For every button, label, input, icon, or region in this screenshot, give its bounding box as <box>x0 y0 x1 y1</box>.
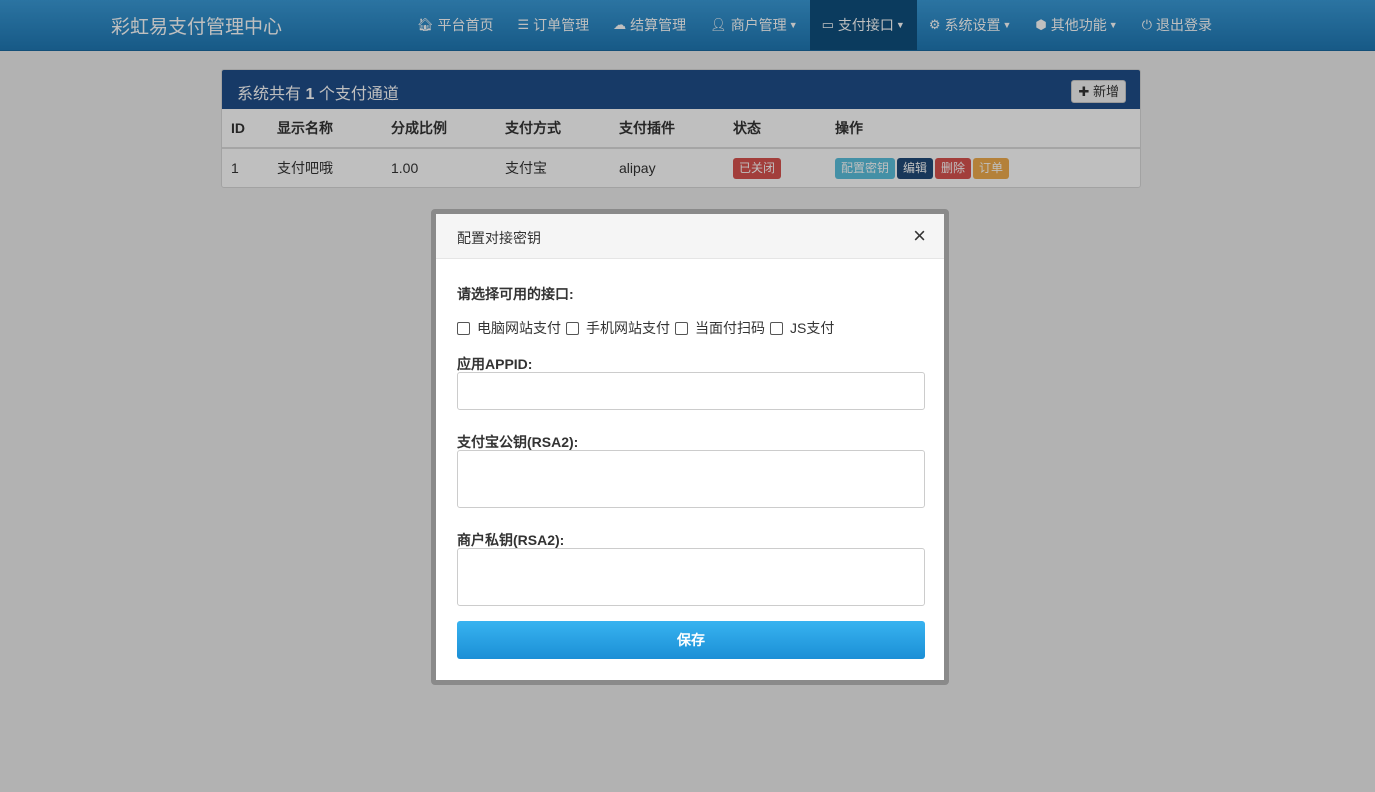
appid-label: 应用APPID: <box>457 356 533 372</box>
nav-payment-interface[interactable]: ▭ 支付接口 ▼ <box>809 0 917 50</box>
caret-down-icon: ▼ <box>1108 20 1118 30</box>
caret-down-icon: ▼ <box>1002 20 1012 30</box>
gear-icon: ⚙ <box>928 17 941 32</box>
nav-settlement-label: 结算管理 <box>630 17 687 33</box>
close-icon[interactable]: × <box>913 223 926 249</box>
orders-button[interactable]: 订单 <box>973 157 1010 179</box>
delete-button[interactable]: 删除 <box>935 157 972 179</box>
col-name: 显示名称 <box>268 109 382 149</box>
checkbox-face-to-face[interactable]: 当面付扫码 <box>675 318 765 338</box>
nav-logout-label: 退出登录 <box>1155 17 1212 33</box>
cell-status: 已关闭 <box>724 148 826 187</box>
channels-panel: 系统共有 1 个支付通道 ✚ 新增 ID 显示名称 分成比例 支付方式 支付插件… <box>221 69 1141 188</box>
col-plugin: 支付插件 <box>610 109 724 149</box>
cloud-icon: ☁ <box>613 17 627 32</box>
nav-settlement[interactable]: ☁ 结算管理 <box>601 0 698 50</box>
checkbox-mobile-web[interactable]: 手机网站支付 <box>566 318 670 338</box>
cube-icon: ⬢ <box>1035 17 1047 32</box>
col-ratio: 分成比例 <box>382 109 496 149</box>
cell-ratio: 1.00 <box>391 160 419 176</box>
cell-plugin: alipay <box>619 160 656 176</box>
list-icon: ☰ <box>517 17 530 32</box>
col-id: ID <box>222 109 268 149</box>
status-badge[interactable]: 已关闭 <box>733 157 782 179</box>
nav-merchants[interactable]: 👤︎ 商户管理 ▼ <box>698 0 809 50</box>
home-icon: 🏠︎ <box>417 17 434 32</box>
checkbox-box[interactable] <box>675 321 688 335</box>
main-nav: 🏠︎ 平台首页 ☰ 订单管理 ☁ 结算管理 👤︎ 商户管理 ▼ ▭ 支付接口 ▼… <box>405 0 1224 50</box>
nav-system-settings[interactable]: ⚙ 系统设置 ▼ <box>917 0 1024 50</box>
brand-title[interactable]: 彩虹易支付管理中心 <box>111 12 282 39</box>
checkbox-label: 手机网站支付 <box>586 320 670 336</box>
modal-header: 配置对接密钥 × <box>436 214 944 259</box>
table-row: 1 支付吧哦 1.00 支付宝 alipay 已关闭 配置密钥 编辑 删除 订单 <box>222 148 1140 187</box>
nav-logout[interactable]: ⏻ 退出登录 <box>1130 0 1224 50</box>
nav-system-settings-label: 系统设置 <box>944 17 1001 33</box>
appid-input[interactable] <box>457 372 925 410</box>
checkbox-box[interactable] <box>457 321 470 335</box>
cell-name: 支付吧哦 <box>277 160 333 176</box>
nav-home-label: 平台首页 <box>437 17 494 33</box>
plus-icon: ✚ <box>1078 84 1090 99</box>
title-prefix: 系统共有 <box>237 86 302 103</box>
checkbox-label: 电脑网站支付 <box>477 320 561 336</box>
save-button[interactable]: 保存 <box>457 621 925 659</box>
channel-count: 1 <box>305 86 315 103</box>
checkbox-label: JS支付 <box>790 320 835 336</box>
interface-checkboxes: 电脑网站支付 手机网站支付 当面付扫码 JS支付 <box>457 318 839 338</box>
title-suffix: 个支付通道 <box>318 86 399 103</box>
add-channel-label: 新增 <box>1092 84 1119 99</box>
col-actions: 操作 <box>826 109 1140 149</box>
cell-actions: 配置密钥 编辑 删除 订单 <box>826 148 1140 187</box>
checkbox-pc-web[interactable]: 电脑网站支付 <box>457 318 561 338</box>
nav-home[interactable]: 🏠︎ 平台首页 <box>405 0 506 50</box>
configure-key-modal: 配置对接密钥 × 请选择可用的接口: 电脑网站支付 手机网站支付 当面付扫码 J… <box>431 209 949 685</box>
nav-orders-label: 订单管理 <box>533 17 590 33</box>
edit-button[interactable]: 编辑 <box>897 157 934 179</box>
power-icon: ⏻ <box>1141 17 1152 32</box>
add-channel-button[interactable]: ✚ 新增 <box>1071 80 1126 103</box>
table-header-row: ID 显示名称 分成比例 支付方式 支付插件 状态 操作 <box>222 109 1140 149</box>
cell-id: 1 <box>231 160 239 176</box>
interface-label: 请选择可用的接口: <box>457 286 574 302</box>
top-navbar: 彩虹易支付管理中心 🏠︎ 平台首页 ☰ 订单管理 ☁ 结算管理 👤︎ 商户管理 … <box>0 0 1375 51</box>
checkbox-box[interactable] <box>770 321 783 335</box>
merchant-privkey-textarea[interactable] <box>457 548 925 606</box>
alipay-pubkey-textarea[interactable] <box>457 450 925 508</box>
col-status: 状态 <box>724 109 826 149</box>
panel-header: 系统共有 1 个支付通道 ✚ 新增 <box>222 70 1140 109</box>
checkbox-label: 当面付扫码 <box>695 320 765 336</box>
card-icon: ▭ <box>821 17 834 32</box>
nav-payment-interface-label: 支付接口 <box>837 17 894 33</box>
merchant-privkey-label: 商户私钥(RSA2): <box>457 532 565 548</box>
col-method: 支付方式 <box>496 109 610 149</box>
caret-down-icon: ▼ <box>895 20 905 30</box>
modal-title: 配置对接密钥 <box>457 230 541 246</box>
alipay-pubkey-label: 支付宝公钥(RSA2): <box>457 434 579 450</box>
panel-title: 系统共有 1 个支付通道 <box>237 80 399 104</box>
configure-key-button[interactable]: 配置密钥 <box>835 157 896 179</box>
nav-other-functions-label: 其他功能 <box>1050 17 1107 33</box>
cell-method: 支付宝 <box>505 160 547 176</box>
caret-down-icon: ▼ <box>788 20 798 30</box>
nav-orders[interactable]: ☰ 订单管理 <box>506 0 602 50</box>
nav-merchants-label: 商户管理 <box>730 17 787 33</box>
checkbox-box[interactable] <box>566 321 579 335</box>
user-icon: 👤︎ <box>710 17 727 32</box>
nav-other-functions[interactable]: ⬢ 其他功能 ▼ <box>1023 0 1129 50</box>
channels-table: ID 显示名称 分成比例 支付方式 支付插件 状态 操作 1 支付吧哦 1.00… <box>222 109 1140 187</box>
checkbox-js-pay[interactable]: JS支付 <box>770 318 834 338</box>
